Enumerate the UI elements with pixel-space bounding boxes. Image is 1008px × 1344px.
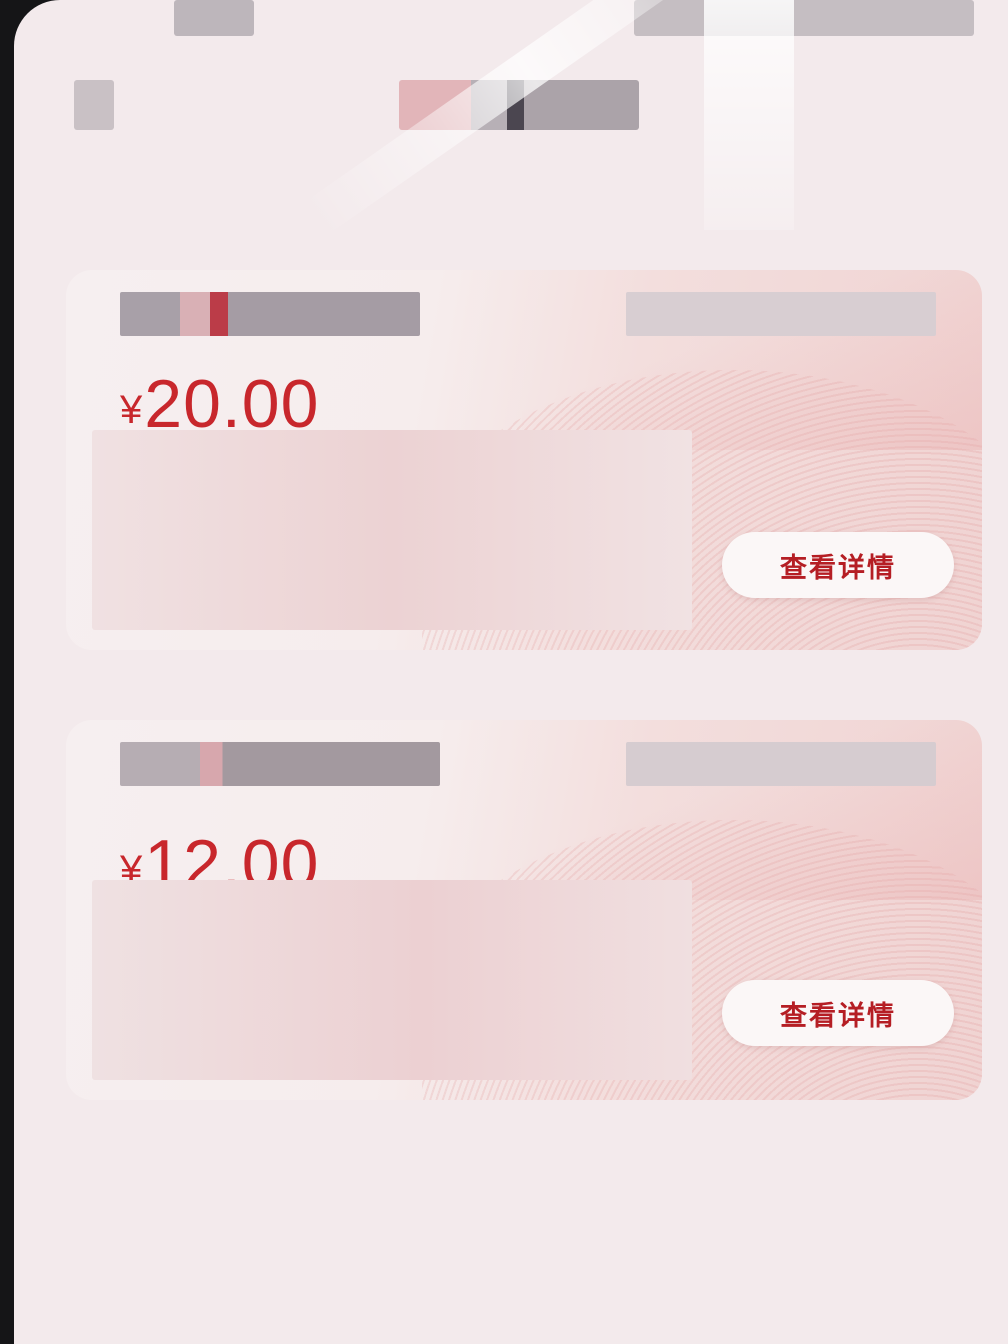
- faint-background-pattern: [124, 1250, 944, 1340]
- coupon-meta-redacted: [626, 742, 936, 786]
- coupon-details-redacted: [92, 880, 692, 1080]
- status-bar-right-redacted: [634, 0, 974, 36]
- status-bar: [54, 0, 1008, 40]
- coupon-card[interactable]: ¥12.00 查看详情: [66, 720, 982, 1100]
- view-details-button[interactable]: 查看详情: [722, 532, 954, 598]
- screen-glare: [704, 0, 794, 230]
- status-bar-left-redacted: [174, 0, 254, 36]
- phone-screen: ¥20.00 查看详情 ¥12.00 查看详情: [14, 0, 1008, 1344]
- back-icon[interactable]: [74, 80, 114, 130]
- coupon-name-redacted: [120, 292, 420, 336]
- coupon-card[interactable]: ¥20.00 查看详情: [66, 270, 982, 650]
- view-details-button[interactable]: 查看详情: [722, 980, 954, 1046]
- coupon-meta-redacted: [626, 292, 936, 336]
- coupon-amount: ¥20.00: [120, 370, 319, 438]
- currency-symbol: ¥: [120, 388, 143, 432]
- coupon-details-redacted: [92, 430, 692, 630]
- coupon-name-redacted: [120, 742, 440, 786]
